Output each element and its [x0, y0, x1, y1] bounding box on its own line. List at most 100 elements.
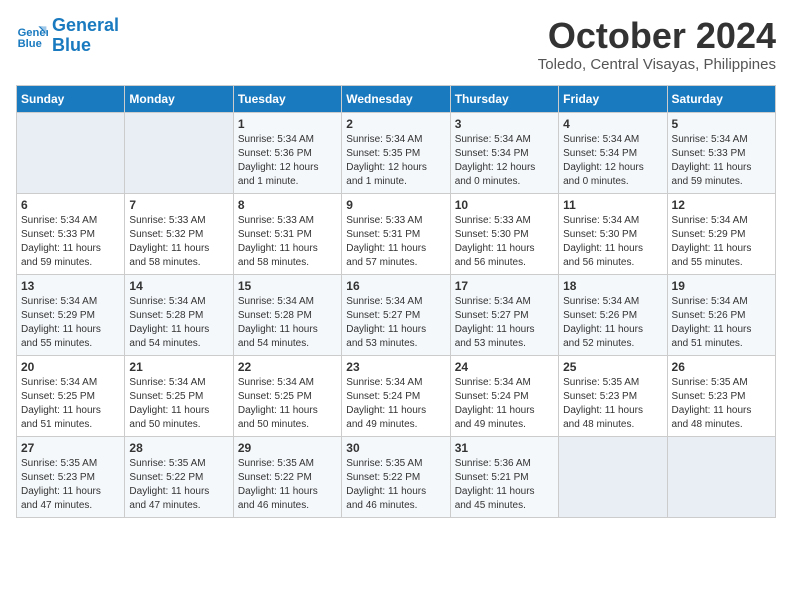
header-monday: Monday [125, 85, 233, 112]
cell-content: Sunrise: 5:35 AM Sunset: 5:22 PM Dayligh… [129, 457, 228, 513]
page-header: General Blue General Blue October 2024 T… [16, 16, 776, 73]
cell-content: Sunrise: 5:34 AM Sunset: 5:26 PM Dayligh… [672, 295, 771, 351]
table-row: 20 Sunrise: 5:34 AM Sunset: 5:25 PM Dayli… [17, 355, 125, 436]
table-row: 28Sunrise: 5:35 AM Sunset: 5:22 PM Dayli… [125, 436, 233, 517]
title-block: October 2024 Toledo, Central Visayas, Ph… [538, 16, 776, 73]
cell-content: Sunrise: 5:34 AM Sunset: 5:33 PM Dayligh… [21, 214, 120, 270]
table-row: 5Sunrise: 5:34 AM Sunset: 5:33 PM Daylig… [667, 112, 775, 193]
logo-text-line2: Blue [52, 36, 119, 56]
table-row: 13 Sunrise: 5:34 AM Sunset: 5:29 PM Dayli… [17, 274, 125, 355]
cell-content: Sunrise: 5:34 AM Sunset: 5:35 PM Dayligh… [346, 133, 445, 189]
table-row: 9 Sunrise: 5:33 AM Sunset: 5:31 PM Daylig… [342, 193, 450, 274]
day-number: 5 [672, 117, 771, 131]
day-number: 27 [21, 441, 120, 455]
cell-content: Sunrise: 5:35 AM Sunset: 5:23 PM Dayligh… [672, 376, 771, 432]
day-number: 31 [455, 441, 554, 455]
calendar-week-row: 27 Sunrise: 5:35 AM Sunset: 5:23 PM Dayli… [17, 436, 776, 517]
table-row: 10 Sunrise: 5:33 AM Sunset: 5:30 PM Dayli… [450, 193, 558, 274]
day-number: 1 [238, 117, 337, 131]
day-number: 11 [563, 198, 662, 212]
cell-content: Sunrise: 5:34 AM Sunset: 5:24 PM Dayligh… [346, 376, 445, 432]
day-number: 23 [346, 360, 445, 374]
day-number: 18 [563, 279, 662, 293]
table-row [17, 112, 125, 193]
day-number: 10 [455, 198, 554, 212]
day-number: 15 [238, 279, 337, 293]
table-row: 22Sunrise: 5:34 AM Sunset: 5:25 PM Dayli… [233, 355, 341, 436]
day-number: 29 [238, 441, 337, 455]
table-row: 6 Sunrise: 5:34 AM Sunset: 5:33 PM Daylig… [17, 193, 125, 274]
table-row [125, 112, 233, 193]
svg-text:Blue: Blue [18, 38, 42, 50]
table-row: 11Sunrise: 5:34 AM Sunset: 5:30 PM Dayli… [559, 193, 667, 274]
header-thursday: Thursday [450, 85, 558, 112]
month-title: October 2024 [538, 16, 776, 56]
day-number: 4 [563, 117, 662, 131]
day-number: 12 [672, 198, 771, 212]
calendar-week-row: 6 Sunrise: 5:34 AM Sunset: 5:33 PM Daylig… [17, 193, 776, 274]
calendar-week-row: 20 Sunrise: 5:34 AM Sunset: 5:25 PM Dayli… [17, 355, 776, 436]
cell-content: Sunrise: 5:34 AM Sunset: 5:25 PM Dayligh… [21, 376, 120, 432]
location-subtitle: Toledo, Central Visayas, Philippines [538, 56, 776, 73]
day-number: 22 [238, 360, 337, 374]
table-row [559, 436, 667, 517]
cell-content: Sunrise: 5:34 AM Sunset: 5:29 PM Dayligh… [672, 214, 771, 270]
table-row: 14 Sunrise: 5:34 AM Sunset: 5:28 PM Dayli… [125, 274, 233, 355]
table-row: 3 Sunrise: 5:34 AM Sunset: 5:34 PM Daylig… [450, 112, 558, 193]
cell-content: Sunrise: 5:34 AM Sunset: 5:29 PM Dayligh… [21, 295, 120, 351]
day-number: 25 [563, 360, 662, 374]
day-number: 21 [129, 360, 228, 374]
table-row: 29 Sunrise: 5:35 AM Sunset: 5:22 PM Dayli… [233, 436, 341, 517]
cell-content: Sunrise: 5:34 AM Sunset: 5:28 PM Dayligh… [129, 295, 228, 351]
cell-content: Sunrise: 5:34 AM Sunset: 5:26 PM Dayligh… [563, 295, 662, 351]
logo-text-line1: General [52, 16, 119, 36]
cell-content: Sunrise: 5:34 AM Sunset: 5:28 PM Dayligh… [238, 295, 337, 351]
day-number: 20 [21, 360, 120, 374]
table-row: 2 Sunrise: 5:34 AM Sunset: 5:35 PM Daylig… [342, 112, 450, 193]
cell-content: Sunrise: 5:34 AM Sunset: 5:36 PM Dayligh… [238, 133, 337, 189]
cell-content: Sunrise: 5:33 AM Sunset: 5:30 PM Dayligh… [455, 214, 554, 270]
calendar-header-row: Sunday Monday Tuesday Wednesday Thursday… [17, 85, 776, 112]
day-number: 6 [21, 198, 120, 212]
table-row: 19Sunrise: 5:34 AM Sunset: 5:26 PM Dayli… [667, 274, 775, 355]
cell-content: Sunrise: 5:35 AM Sunset: 5:22 PM Dayligh… [238, 457, 337, 513]
table-row: 18 Sunrise: 5:34 AM Sunset: 5:26 PM Dayli… [559, 274, 667, 355]
day-number: 14 [129, 279, 228, 293]
cell-content: Sunrise: 5:35 AM Sunset: 5:23 PM Dayligh… [21, 457, 120, 513]
cell-content: Sunrise: 5:36 AM Sunset: 5:21 PM Dayligh… [455, 457, 554, 513]
day-number: 17 [455, 279, 554, 293]
table-row: 25Sunrise: 5:35 AM Sunset: 5:23 PM Dayli… [559, 355, 667, 436]
cell-content: Sunrise: 5:33 AM Sunset: 5:32 PM Dayligh… [129, 214, 228, 270]
table-row [667, 436, 775, 517]
header-saturday: Saturday [667, 85, 775, 112]
day-number: 13 [21, 279, 120, 293]
table-row: 4 Sunrise: 5:34 AM Sunset: 5:34 PM Daylig… [559, 112, 667, 193]
cell-content: Sunrise: 5:34 AM Sunset: 5:25 PM Dayligh… [129, 376, 228, 432]
cell-content: Sunrise: 5:33 AM Sunset: 5:31 PM Dayligh… [238, 214, 337, 270]
header-friday: Friday [559, 85, 667, 112]
calendar-table: Sunday Monday Tuesday Wednesday Thursday… [16, 85, 776, 518]
table-row: 27 Sunrise: 5:35 AM Sunset: 5:23 PM Dayli… [17, 436, 125, 517]
day-number: 2 [346, 117, 445, 131]
table-row: 26 Sunrise: 5:35 AM Sunset: 5:23 PM Dayli… [667, 355, 775, 436]
day-number: 30 [346, 441, 445, 455]
cell-content: Sunrise: 5:34 AM Sunset: 5:34 PM Dayligh… [563, 133, 662, 189]
day-number: 26 [672, 360, 771, 374]
table-row: 17 Sunrise: 5:34 AM Sunset: 5:27 PM Dayli… [450, 274, 558, 355]
day-number: 8 [238, 198, 337, 212]
table-row: 30Sunrise: 5:35 AM Sunset: 5:22 PM Dayli… [342, 436, 450, 517]
day-number: 3 [455, 117, 554, 131]
table-row: 23 Sunrise: 5:34 AM Sunset: 5:24 PM Dayli… [342, 355, 450, 436]
day-number: 16 [346, 279, 445, 293]
cell-content: Sunrise: 5:34 AM Sunset: 5:24 PM Dayligh… [455, 376, 554, 432]
cell-content: Sunrise: 5:34 AM Sunset: 5:27 PM Dayligh… [455, 295, 554, 351]
cell-content: Sunrise: 5:33 AM Sunset: 5:31 PM Dayligh… [346, 214, 445, 270]
table-row: 31 Sunrise: 5:36 AM Sunset: 5:21 PM Dayli… [450, 436, 558, 517]
day-number: 9 [346, 198, 445, 212]
table-row: 15 Sunrise: 5:34 AM Sunset: 5:28 PM Dayli… [233, 274, 341, 355]
cell-content: Sunrise: 5:34 AM Sunset: 5:27 PM Dayligh… [346, 295, 445, 351]
day-number: 24 [455, 360, 554, 374]
header-sunday: Sunday [17, 85, 125, 112]
table-row: 12 Sunrise: 5:34 AM Sunset: 5:29 PM Dayli… [667, 193, 775, 274]
cell-content: Sunrise: 5:34 AM Sunset: 5:34 PM Dayligh… [455, 133, 554, 189]
